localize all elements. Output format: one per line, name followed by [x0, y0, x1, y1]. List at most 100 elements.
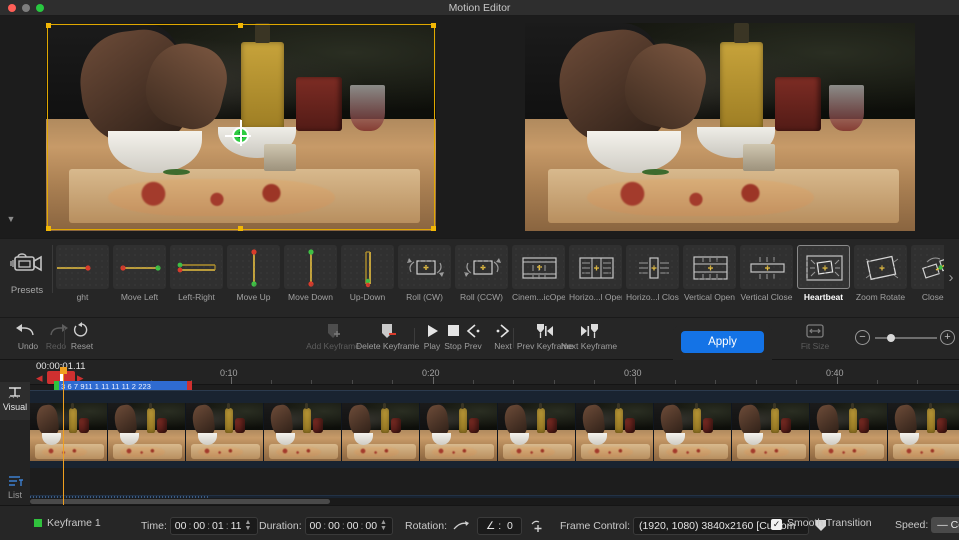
handle-bottom-center[interactable]	[238, 226, 243, 231]
rotation-field-group[interactable]: Rotation: ∠ : 0	[405, 517, 548, 535]
rotation-input[interactable]: ∠ : 0	[476, 517, 522, 535]
preset-thumb	[56, 245, 109, 289]
time-ff: 11	[230, 520, 242, 532]
preset-label: Cinem...icOpen	[512, 292, 565, 302]
add-keyframe-button[interactable]: Add Keyframe	[306, 322, 360, 351]
preset-left-right[interactable]: Left-Right	[170, 245, 223, 302]
filmstrip-frame	[732, 403, 810, 461]
zoom-out-button[interactable]: −	[855, 330, 870, 345]
rotate-cw-icon[interactable]	[530, 520, 548, 532]
filmstrip[interactable]	[30, 403, 959, 461]
keyframe-indicator: Keyframe 1	[34, 517, 101, 529]
preset-horizontal-close[interactable]: Horizo...l Close	[626, 245, 679, 302]
preset-label: Move Left	[120, 292, 159, 302]
timeline-rail: Visual List	[0, 360, 30, 505]
next-keyframe-icon	[581, 324, 598, 338]
delete-keyframe-button[interactable]: Delete Keyframe	[356, 322, 420, 351]
presets-track: ght Move Left Left-Right Move Up Move Do…	[56, 241, 944, 317]
preset-move-up[interactable]: Move Up	[227, 245, 280, 302]
reset-label: Reset	[70, 341, 94, 351]
list-icon	[9, 476, 23, 486]
playhead[interactable]	[60, 367, 67, 505]
smooth-transition-checkbox[interactable]: ✓	[771, 519, 782, 530]
speed-value[interactable]: — Con	[931, 517, 959, 533]
fit-size-label: Fit Size	[800, 341, 830, 351]
duration-stepper[interactable]: ▲ ▼	[380, 519, 388, 532]
filmstrip-frame	[108, 403, 186, 461]
preset-label: Zoom Rotate	[855, 292, 906, 302]
preset-thumb	[569, 245, 622, 289]
preset-thumb	[455, 245, 508, 289]
range-start-chevron[interactable]: ◂	[36, 371, 43, 384]
dur-mm: 00	[328, 520, 340, 532]
presets-divider	[52, 245, 53, 293]
preset-move-left[interactable]: Move Left	[113, 245, 166, 302]
timeline-scrollbar[interactable]	[30, 498, 959, 505]
collapse-panel-icon[interactable]: ▼	[4, 212, 18, 226]
preset-zoom-rotate[interactable]: Zoom Rotate	[854, 245, 907, 302]
rail-tab-list[interactable]: List	[0, 470, 30, 508]
keyframe-indicator-label: Keyframe 1	[47, 517, 101, 529]
result-preview[interactable]	[525, 23, 915, 231]
preset-label: Move Up	[236, 292, 271, 302]
next-keyframe-label: Next Keyframe	[560, 341, 618, 351]
rotate-ccw-icon[interactable]	[453, 520, 471, 532]
rotation-value: 0	[506, 520, 513, 532]
time-mm: 00	[193, 520, 206, 532]
reset-icon	[73, 322, 88, 337]
preset-roll-cw[interactable]: Roll (CW)	[398, 245, 451, 302]
time-input[interactable]: 00:00:01:11 ▲ ▼	[169, 517, 258, 536]
timeline-scrollbar-thumb[interactable]	[30, 499, 330, 504]
preset-closeup[interactable]: Closeup	[911, 245, 944, 302]
zoom-slider-track[interactable]	[875, 337, 937, 339]
handle-top-left[interactable]	[46, 23, 51, 28]
preset-move-right[interactable]: ght	[56, 245, 109, 302]
zoom-slider-knob[interactable]	[887, 333, 895, 342]
preset-vertical-close[interactable]: Vertical Close	[740, 245, 793, 302]
duration-input[interactable]: 00:00:00:00 ▲ ▼	[304, 517, 394, 536]
zoom-slider-control[interactable]: − +	[855, 330, 955, 348]
preset-label: Heartbeat	[803, 292, 844, 302]
rail-tab-visual[interactable]: Visual	[0, 382, 30, 420]
preset-heartbeat[interactable]: Heartbeat	[797, 245, 850, 302]
smooth-transition-label: Smooth Transition	[787, 517, 872, 529]
presets-button[interactable]: Presets	[6, 243, 48, 296]
preset-thumb	[683, 245, 736, 289]
dur-hh: 00	[309, 520, 322, 532]
time-hh: 00	[174, 520, 187, 532]
duration-field-group[interactable]: Duration: 00:00:00:00 ▲ ▼	[259, 517, 394, 536]
zoom-in-button[interactable]: +	[940, 330, 955, 345]
preset-cinematic-open[interactable]: Cinem...icOpen	[512, 245, 565, 302]
video-track[interactable]: pexels-taryn-elliott-7172289-3840x2160-2…	[30, 390, 959, 514]
apply-button[interactable]: Apply	[681, 331, 764, 353]
dur-ff: 00	[365, 520, 378, 532]
keyframe-position-handle[interactable]: 1	[225, 120, 251, 146]
source-preview[interactable]: 1	[46, 23, 436, 231]
presets-next-arrow[interactable]: ›	[944, 267, 958, 289]
preset-roll-ccw[interactable]: Roll (CCW)	[455, 245, 508, 302]
time-field-group[interactable]: Time: 00:00:01:11 ▲ ▼	[141, 517, 258, 536]
handle-top-right[interactable]	[431, 23, 436, 28]
delete-keyframe-label: Delete Keyframe	[356, 341, 420, 351]
fit-size-button[interactable]: Fit Size	[795, 322, 835, 351]
preset-move-down[interactable]: Move Down	[284, 245, 337, 302]
time-stepper[interactable]: ▲ ▼	[245, 519, 253, 532]
preset-vertical-open[interactable]: Vertical Open	[683, 245, 736, 302]
rail-tab-visual-label: Visual	[2, 402, 28, 412]
handle-bottom-left[interactable]	[46, 226, 51, 231]
add-keyframe-icon	[328, 324, 340, 338]
next-keyframe-button[interactable]: Next Keyframe	[557, 322, 621, 351]
preset-label: ght	[76, 292, 89, 302]
frame-control-label: Frame Control:	[560, 519, 631, 532]
handle-top-center[interactable]	[238, 23, 243, 28]
preset-horizontal-open[interactable]: Horizo...l Open	[569, 245, 622, 302]
preset-up-down[interactable]: Up-Down	[341, 245, 394, 302]
preset-label: Closeup	[921, 292, 944, 302]
time-label: Time:	[141, 520, 167, 532]
handle-bottom-right[interactable]	[431, 226, 436, 231]
preset-label: Horizo...l Close	[626, 292, 679, 302]
reset-button[interactable]: Reset	[62, 322, 102, 351]
smooth-transition-group[interactable]: ✓ Smooth Transition	[771, 517, 872, 530]
speed-group[interactable]: Speed: — Con	[895, 517, 959, 533]
rotation-angle-label: ∠ :	[485, 520, 502, 532]
